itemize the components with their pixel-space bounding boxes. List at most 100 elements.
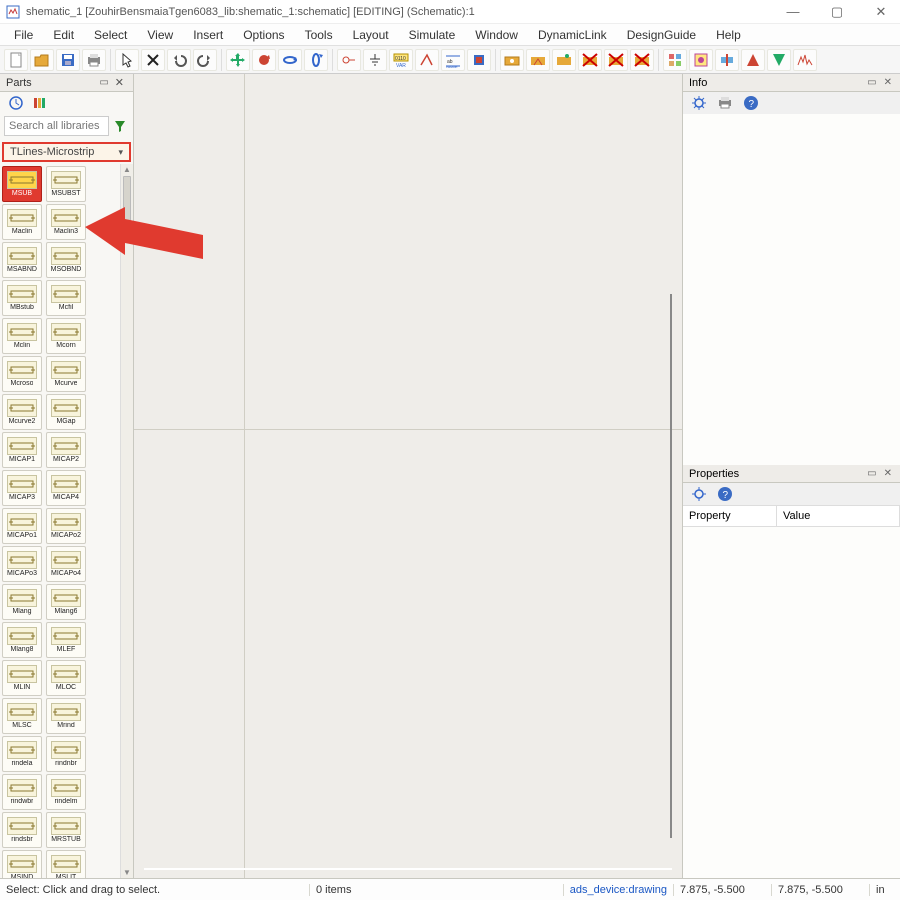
save-button[interactable] bbox=[56, 49, 80, 71]
parts-pin-icon[interactable]: ▭ bbox=[96, 77, 111, 88]
menu-insert[interactable]: Insert bbox=[183, 25, 233, 45]
no-sim3-button[interactable] bbox=[630, 49, 654, 71]
mirror-y-button[interactable] bbox=[304, 49, 328, 71]
menu-dynamiclink[interactable]: DynamicLink bbox=[528, 25, 617, 45]
ground-button[interactable] bbox=[363, 49, 387, 71]
part-Mrind[interactable]: Mrind bbox=[46, 698, 86, 734]
help-icon[interactable]: ? bbox=[743, 95, 759, 111]
part-MGap[interactable]: MGap bbox=[46, 394, 86, 430]
layout5-button[interactable] bbox=[767, 49, 791, 71]
sim-button[interactable] bbox=[500, 49, 524, 71]
menu-edit[interactable]: Edit bbox=[43, 25, 84, 45]
part-Mcorn[interactable]: Mcorn bbox=[46, 318, 86, 354]
print-button[interactable] bbox=[82, 49, 106, 71]
info-close-icon[interactable]: ✕ bbox=[882, 77, 894, 88]
part-MSUB[interactable]: MSUB bbox=[2, 166, 42, 202]
status-layer[interactable]: ads_device:drawing bbox=[564, 884, 674, 896]
menu-designguide[interactable]: DesignGuide bbox=[617, 25, 706, 45]
delete-button[interactable] bbox=[141, 49, 165, 71]
undo-button[interactable] bbox=[167, 49, 191, 71]
part-MLSC[interactable]: MLSC bbox=[2, 698, 42, 734]
part-rindwbr[interactable]: rindwbr bbox=[2, 774, 42, 810]
layout-button[interactable] bbox=[663, 49, 687, 71]
part-Mcurve2[interactable]: Mcurve2 bbox=[2, 394, 42, 430]
layout4-button[interactable] bbox=[741, 49, 765, 71]
part-rindela[interactable]: rindela bbox=[2, 736, 42, 772]
no-sim2-button[interactable] bbox=[604, 49, 628, 71]
filter-icon[interactable] bbox=[111, 117, 129, 135]
part-MICAPo3[interactable]: MICAPo3 bbox=[2, 546, 42, 582]
library-icon[interactable] bbox=[32, 95, 48, 111]
part-MICAP4[interactable]: MICAP4 bbox=[46, 470, 86, 506]
layout3-button[interactable] bbox=[715, 49, 739, 71]
schematic-canvas[interactable] bbox=[134, 74, 682, 878]
menu-simulate[interactable]: Simulate bbox=[399, 25, 466, 45]
layout6-button[interactable] bbox=[793, 49, 817, 71]
part-MICAP1[interactable]: MICAP1 bbox=[2, 432, 42, 468]
port-button[interactable] bbox=[337, 49, 361, 71]
palette-scrollbar[interactable] bbox=[120, 164, 133, 878]
part-rindsbr[interactable]: rindsbr bbox=[2, 812, 42, 848]
new-button[interactable] bbox=[4, 49, 28, 71]
mirror-x-button[interactable] bbox=[278, 49, 302, 71]
part-MICAP2[interactable]: MICAP2 bbox=[46, 432, 86, 468]
part-MSUBST[interactable]: MSUBST bbox=[46, 166, 86, 202]
part-Mcfil[interactable]: Mcfil bbox=[46, 280, 86, 316]
menu-help[interactable]: Help bbox=[706, 25, 751, 45]
props-help-icon[interactable]: ? bbox=[717, 486, 733, 502]
part-rindelm[interactable]: rindelm bbox=[46, 774, 86, 810]
part-MSOBND[interactable]: MSOBND bbox=[46, 242, 86, 278]
part-Mclin[interactable]: Mclin bbox=[2, 318, 42, 354]
part-MICAP3[interactable]: MICAP3 bbox=[2, 470, 42, 506]
info-pin-icon[interactable]: ▭ bbox=[865, 77, 878, 88]
gear-icon[interactable] bbox=[691, 95, 707, 111]
part-rindnbr[interactable]: rindnbr bbox=[46, 736, 86, 772]
part-MICAPo1[interactable]: MICAPo1 bbox=[2, 508, 42, 544]
move-button[interactable] bbox=[226, 49, 250, 71]
part-MICAPo4[interactable]: MICAPo4 bbox=[46, 546, 86, 582]
part-MRSTUB[interactable]: MRSTUB bbox=[46, 812, 86, 848]
wire-button[interactable] bbox=[415, 49, 439, 71]
part-Maclin3[interactable]: Maclin3 bbox=[46, 204, 86, 240]
maximize-button[interactable]: ▢ bbox=[824, 2, 850, 22]
minimize-button[interactable]: — bbox=[780, 2, 806, 22]
redo-button[interactable] bbox=[193, 49, 217, 71]
layout2-button[interactable] bbox=[689, 49, 713, 71]
parts-close-icon[interactable]: ✕ bbox=[112, 76, 127, 89]
part-Mlang6[interactable]: Mlang6 bbox=[46, 584, 86, 620]
part-Mlang8[interactable]: Mlang8 bbox=[2, 622, 42, 658]
part-MLEF[interactable]: MLEF bbox=[46, 622, 86, 658]
menu-tools[interactable]: Tools bbox=[295, 25, 343, 45]
part-Mlang[interactable]: Mlang bbox=[2, 584, 42, 620]
menu-window[interactable]: Window bbox=[465, 25, 528, 45]
print-icon[interactable] bbox=[717, 95, 733, 111]
rotate-button[interactable] bbox=[252, 49, 276, 71]
part-Mcurve[interactable]: Mcurve bbox=[46, 356, 86, 392]
props-gear-icon[interactable] bbox=[691, 486, 707, 502]
part-MLOC[interactable]: MLOC bbox=[46, 660, 86, 696]
opt-button[interactable] bbox=[552, 49, 576, 71]
menu-options[interactable]: Options bbox=[233, 25, 294, 45]
menu-layout[interactable]: Layout bbox=[343, 25, 399, 45]
pointer-button[interactable] bbox=[115, 49, 139, 71]
search-input[interactable] bbox=[4, 116, 109, 136]
var-button[interactable]: 0110VAR bbox=[389, 49, 413, 71]
open-button[interactable] bbox=[30, 49, 54, 71]
library-select[interactable]: TLines-Microstrip ▾ bbox=[2, 142, 131, 162]
part-MLIN[interactable]: MLIN bbox=[2, 660, 42, 696]
component-button[interactable] bbox=[467, 49, 491, 71]
menu-view[interactable]: View bbox=[137, 25, 183, 45]
part-MSABND[interactable]: MSABND bbox=[2, 242, 42, 278]
tune-button[interactable] bbox=[526, 49, 550, 71]
props-close-icon[interactable]: ✕ bbox=[882, 468, 894, 479]
menu-select[interactable]: Select bbox=[84, 25, 137, 45]
part-Maclin[interactable]: Maclin bbox=[2, 204, 42, 240]
no-sim1-button[interactable] bbox=[578, 49, 602, 71]
name-button[interactable]: abNAME bbox=[441, 49, 465, 71]
close-button[interactable]: ✕ bbox=[868, 2, 894, 22]
part-MICAPo2[interactable]: MICAPo2 bbox=[46, 508, 86, 544]
menu-file[interactable]: File bbox=[4, 25, 43, 45]
props-pin-icon[interactable]: ▭ bbox=[865, 468, 878, 479]
part-Mcroso[interactable]: Mcroso bbox=[2, 356, 42, 392]
status-unit[interactable]: in bbox=[870, 884, 900, 896]
